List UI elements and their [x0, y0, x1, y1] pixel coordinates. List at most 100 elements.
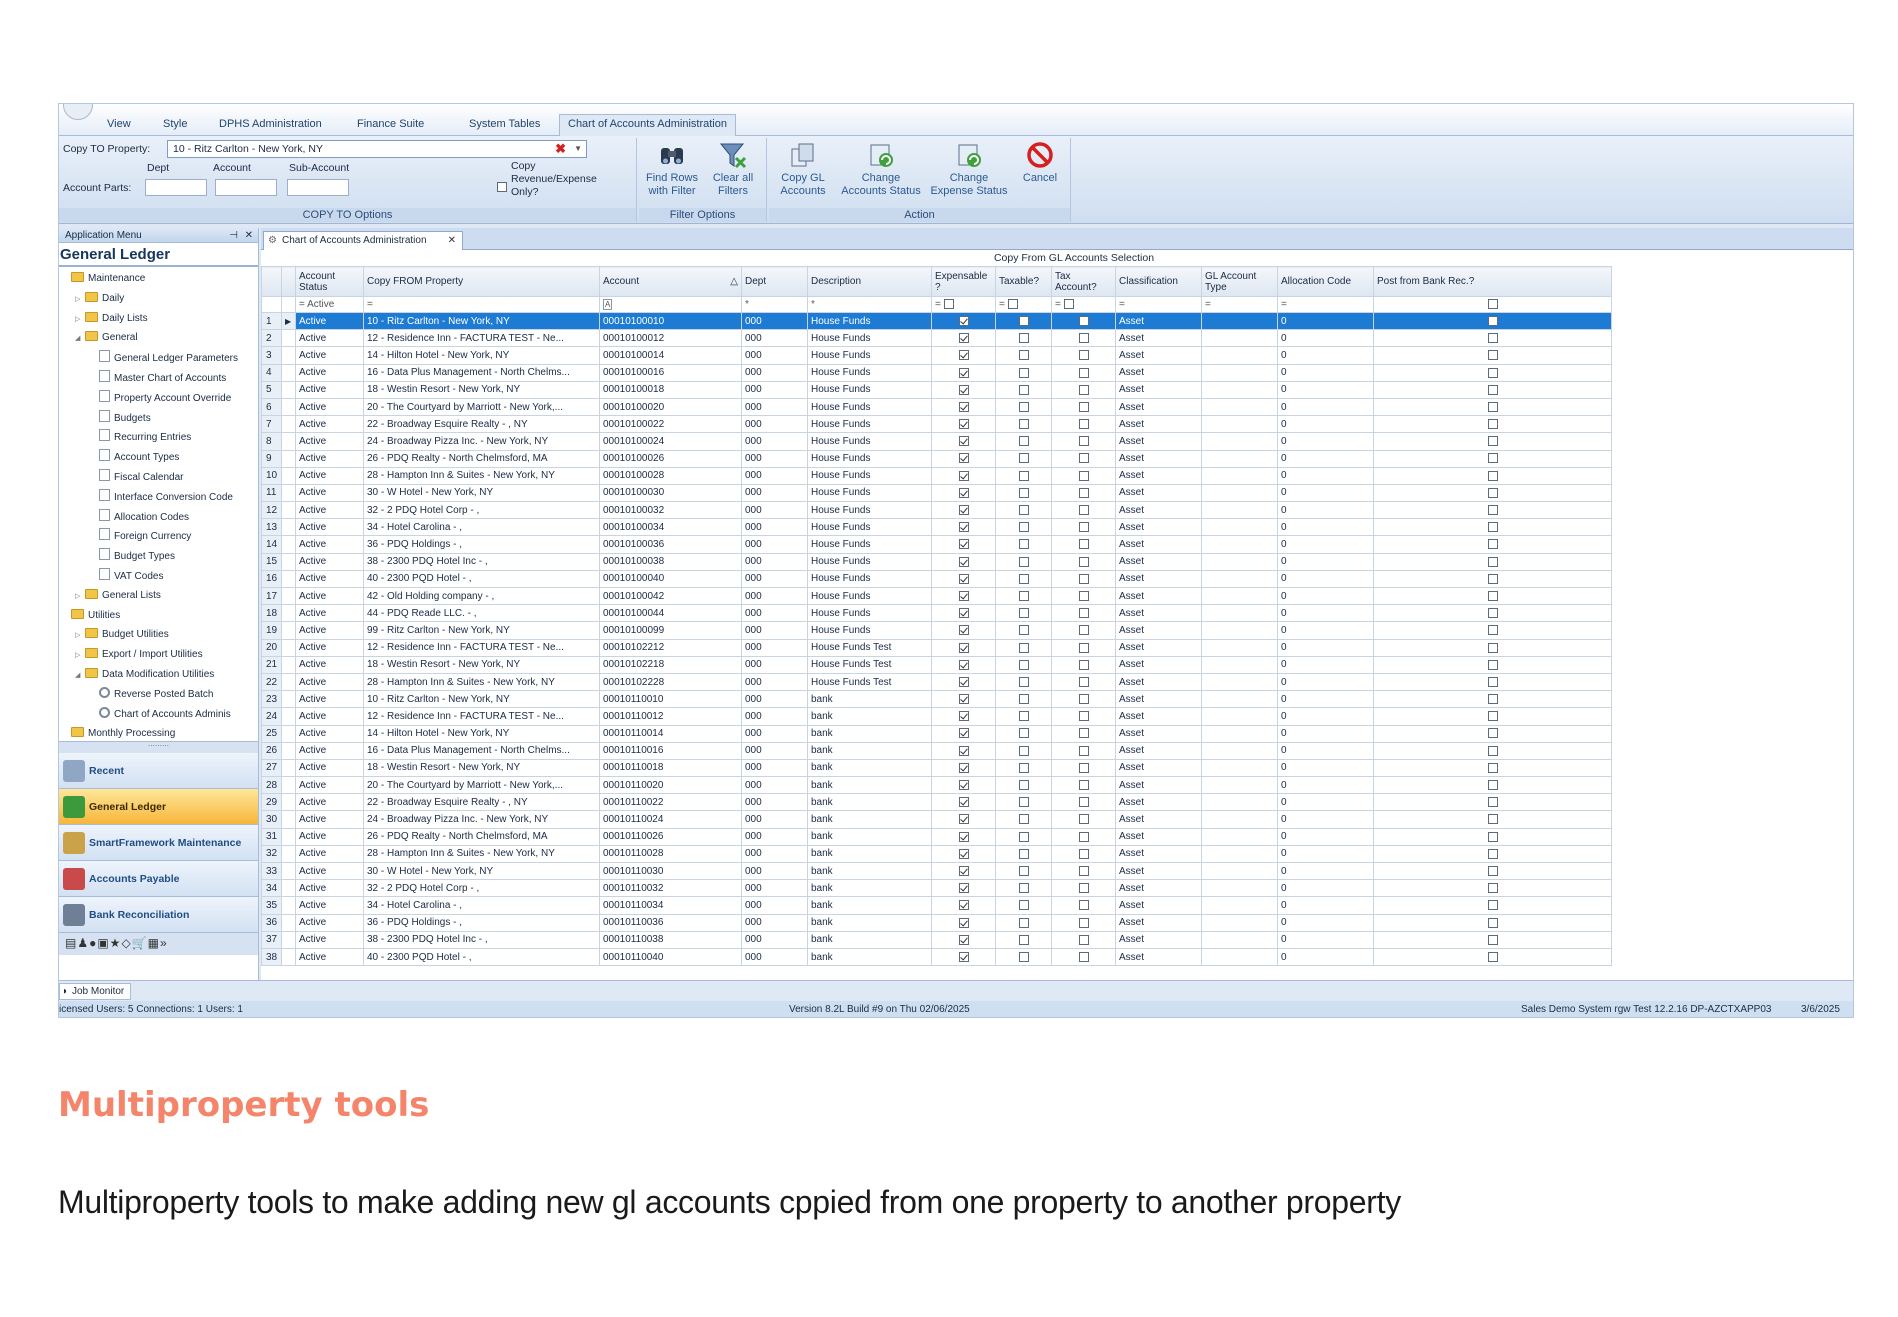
cell-tax-account[interactable]: [1051, 380, 1116, 399]
checkbox[interactable]: [1078, 831, 1089, 842]
table-row[interactable]: 25 Active 14 - Hilton Hotel - New York, NY…: [261, 724, 1612, 743]
tree-expander-icon[interactable]: ▷: [75, 312, 85, 328]
cell-description[interactable]: House Funds: [807, 569, 932, 589]
cell-dept[interactable]: 000: [741, 896, 808, 915]
cell-post-from-bank-rec[interactable]: [1373, 466, 1612, 485]
col-allocation-code[interactable]: Allocation Code: [1277, 266, 1374, 297]
cell-tax-account[interactable]: [1051, 707, 1116, 726]
cell-status[interactable]: Active: [295, 604, 364, 623]
filter-account-cell[interactable]: A: [599, 296, 742, 313]
checkbox[interactable]: [1487, 797, 1498, 808]
checkbox[interactable]: [1078, 814, 1089, 825]
cell-gl-account-type[interactable]: [1201, 346, 1278, 365]
cell-dept[interactable]: 000: [741, 861, 808, 881]
cell-classification[interactable]: Asset: [1115, 776, 1202, 795]
checkbox[interactable]: [958, 728, 969, 739]
cell-classification[interactable]: Asset: [1115, 827, 1202, 846]
cell-expensable[interactable]: [931, 844, 996, 864]
cell-gl-account-type[interactable]: [1201, 483, 1278, 503]
cell-description[interactable]: bank: [807, 810, 932, 829]
tree-item[interactable]: ◢ Data Modification Utilities: [75, 667, 214, 683]
cell-taxable[interactable]: [995, 810, 1052, 829]
cell-taxable[interactable]: [995, 741, 1052, 760]
row-indicator[interactable]: [281, 690, 296, 709]
cell-allocation-code[interactable]: 0: [1277, 655, 1374, 674]
checkbox[interactable]: [1487, 350, 1498, 361]
row-number[interactable]: 11: [261, 483, 282, 503]
checkbox[interactable]: [1078, 865, 1089, 876]
tree-item[interactable]: ◢ General: [75, 330, 138, 346]
cell-tax-account[interactable]: [1051, 638, 1116, 657]
checkbox[interactable]: [958, 694, 969, 705]
cell-property[interactable]: 34 - Hotel Carolina - ,: [363, 518, 600, 537]
copy-to-property-combo[interactable]: 10 - Ritz Carlton - New York, NY ✖ ▼: [167, 140, 587, 158]
row-number[interactable]: 5: [261, 380, 282, 399]
cell-expensable[interactable]: [931, 690, 996, 709]
checkbox[interactable]: [1078, 470, 1089, 481]
cell-account[interactable]: 00010100034: [599, 518, 742, 537]
cell-tax-account[interactable]: [1051, 655, 1116, 674]
checkbox[interactable]: [1487, 539, 1498, 550]
col-gl-account-type[interactable]: GL Account Type: [1201, 266, 1278, 297]
cell-classification[interactable]: Asset: [1115, 501, 1202, 520]
cell-post-from-bank-rec[interactable]: [1373, 827, 1612, 846]
cell-allocation-code[interactable]: 0: [1277, 449, 1374, 468]
checkbox[interactable]: [1078, 419, 1089, 430]
row-indicator[interactable]: [281, 552, 296, 571]
checkbox[interactable]: [1018, 728, 1029, 739]
checkbox[interactable]: [958, 951, 969, 962]
cell-gl-account-type[interactable]: [1201, 879, 1278, 898]
col-taxable[interactable]: Taxable?: [995, 266, 1052, 297]
checkbox[interactable]: [958, 711, 969, 722]
checkbox[interactable]: [958, 659, 969, 670]
cell-gl-account-type[interactable]: [1201, 724, 1278, 743]
cell-status[interactable]: Active: [295, 741, 364, 760]
cell-taxable[interactable]: [995, 879, 1052, 898]
cell-tax-account[interactable]: [1051, 861, 1116, 881]
cell-dept[interactable]: 000: [741, 947, 808, 967]
checkbox[interactable]: [1018, 522, 1029, 533]
cell-gl-account-type[interactable]: [1201, 432, 1278, 451]
checkbox[interactable]: [1487, 556, 1498, 567]
cell-tax-account[interactable]: [1051, 363, 1116, 382]
cell-dept[interactable]: 000: [741, 311, 808, 331]
cell-description[interactable]: bank: [807, 690, 932, 709]
cell-post-from-bank-rec[interactable]: [1373, 363, 1612, 382]
cell-expensable[interactable]: [931, 827, 996, 846]
cell-status[interactable]: Active: [295, 844, 364, 864]
cell-gl-account-type[interactable]: [1201, 930, 1278, 949]
cell-description[interactable]: bank: [807, 930, 932, 949]
cell-property[interactable]: 10 - Ritz Carlton - New York, NY: [363, 311, 600, 331]
cell-description[interactable]: House Funds: [807, 415, 932, 434]
cell-description[interactable]: bank: [807, 896, 932, 915]
cell-post-from-bank-rec[interactable]: [1373, 346, 1612, 365]
cell-tax-account[interactable]: [1051, 552, 1116, 571]
col-expensable[interactable]: Expensable ?: [931, 266, 996, 297]
cell-description[interactable]: House Funds: [807, 329, 932, 348]
cell-status[interactable]: Active: [295, 466, 364, 485]
cell-description[interactable]: House Funds: [807, 311, 932, 331]
checkbox[interactable]: [1018, 384, 1029, 395]
cell-expensable[interactable]: [931, 501, 996, 520]
cell-description[interactable]: House Funds: [807, 346, 932, 365]
row-number[interactable]: 35: [261, 896, 282, 915]
row-indicator[interactable]: [281, 432, 296, 451]
cell-classification[interactable]: Asset: [1115, 672, 1202, 692]
cell-expensable[interactable]: [931, 449, 996, 468]
cell-taxable[interactable]: [995, 535, 1052, 554]
nav-button[interactable]: SmartFramework Maintenance: [59, 825, 258, 861]
cell-classification[interactable]: Asset: [1115, 896, 1202, 915]
tree-expander-icon[interactable]: ▷: [75, 589, 85, 605]
cell-expensable[interactable]: [931, 672, 996, 692]
cell-gl-account-type[interactable]: [1201, 501, 1278, 520]
cell-taxable[interactable]: [995, 397, 1052, 417]
cell-status[interactable]: Active: [295, 672, 364, 692]
checkbox[interactable]: [1487, 522, 1498, 533]
cell-property[interactable]: 40 - 2300 PQD Hotel - ,: [363, 569, 600, 589]
row-number[interactable]: 29: [261, 793, 282, 812]
tree-item[interactable]: Master Chart of Accounts: [89, 370, 226, 386]
checkbox[interactable]: [1078, 453, 1089, 464]
table-row[interactable]: 38 Active 40 - 2300 PQD Hotel - , 000101100…: [261, 947, 1612, 967]
cell-gl-account-type[interactable]: [1201, 690, 1278, 709]
tree-expander-icon[interactable]: ◢: [75, 331, 85, 347]
